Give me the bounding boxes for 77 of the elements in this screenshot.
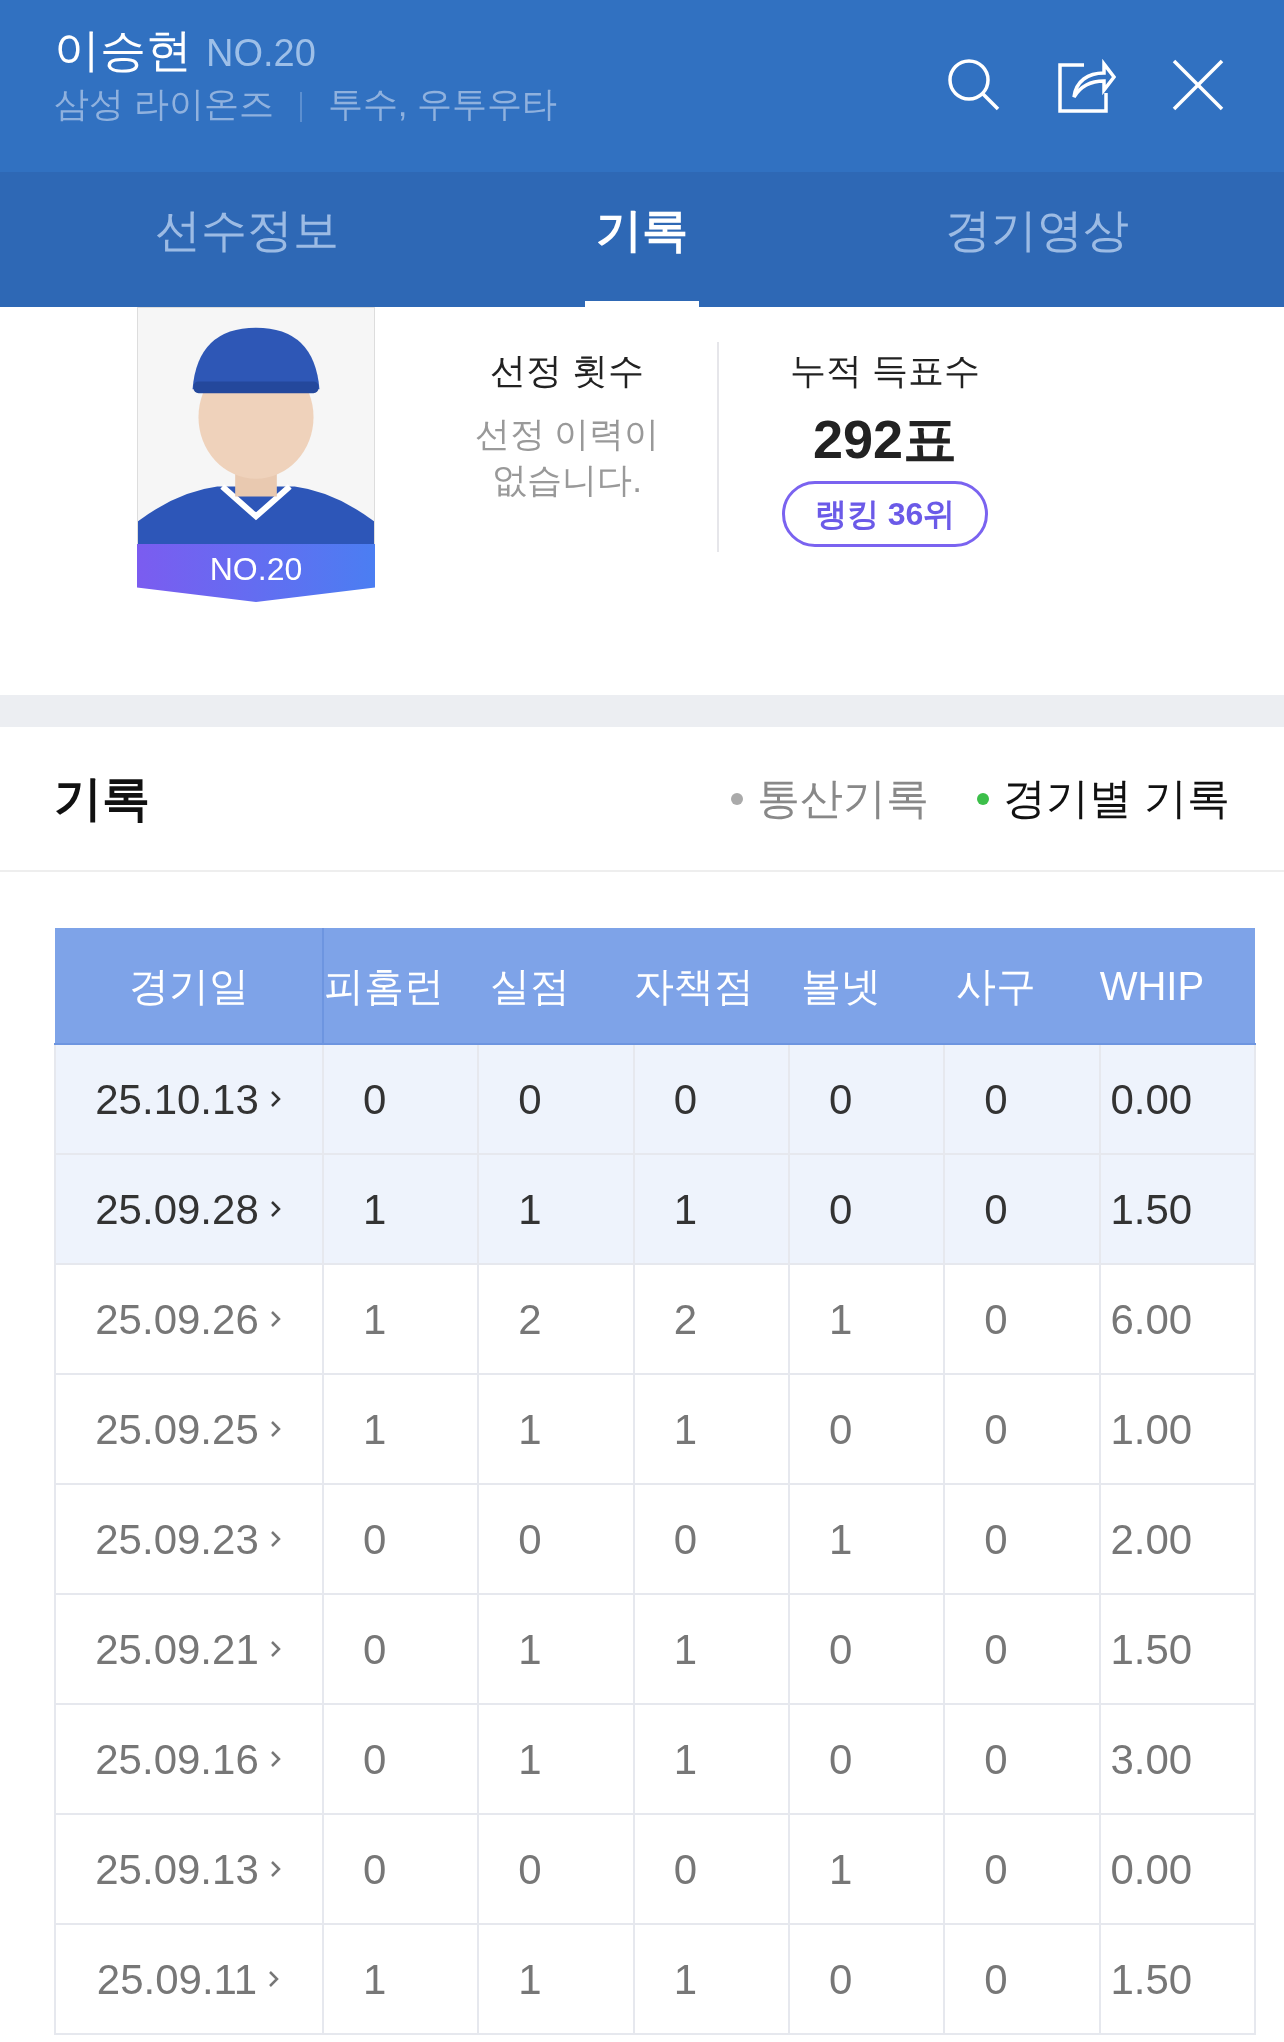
table-cell: 1 — [478, 1594, 634, 1704]
column-header: 피홈런 — [323, 928, 479, 1044]
player-number: NO.20 — [206, 32, 316, 74]
table-cell: 0 — [478, 1814, 634, 1924]
stat-label: 선정 횟수 — [489, 349, 645, 393]
table-cell: 0 — [944, 1264, 1100, 1374]
table-cell: 2 — [478, 1264, 634, 1374]
table-cell: 1 — [633, 1704, 789, 1814]
table-cell: 0 — [789, 1154, 945, 1264]
filter-option[interactable]: 경기별 기록 — [977, 766, 1230, 831]
table-cell: 0.00 — [1099, 1814, 1255, 1924]
column-header: WHIP — [1099, 928, 1255, 1044]
column-header: 자책점 — [633, 928, 789, 1044]
table-cell: 1 — [478, 1154, 634, 1264]
table-cell: 0 — [944, 1814, 1100, 1924]
table-cell: 2.00 — [1099, 1484, 1255, 1594]
table-cell: 1 — [478, 1924, 634, 2034]
vote-count: 292표 — [811, 408, 959, 471]
table-cell: 1.50 — [1099, 1154, 1255, 1264]
table-cell: 6.00 — [1099, 1264, 1255, 1374]
tab[interactable]: 경기영상 — [839, 172, 1234, 307]
table-cell: 0 — [944, 1924, 1100, 2034]
table-cell: 0 — [944, 1484, 1100, 1594]
table-cell: 0 — [478, 1044, 634, 1154]
table-cell: 1 — [323, 1924, 479, 2034]
ranking-badge: 랭킹 36위 — [781, 481, 989, 547]
table-cell: 0 — [323, 1044, 479, 1154]
table-cell: 0 — [789, 1704, 945, 1814]
table-cell: 1.50 — [1099, 1594, 1255, 1704]
table-cell: 0 — [789, 1924, 945, 2034]
stat-value: 선정 이력이 없습니다. — [473, 413, 661, 501]
table-cell: 0 — [789, 1044, 945, 1154]
tab[interactable]: 기록 — [444, 172, 840, 307]
jersey-number-badge: NO.20 — [137, 544, 375, 602]
table-cell: 0 — [944, 1594, 1100, 1704]
filter-option[interactable]: 통산기록 — [731, 766, 930, 831]
table-cell: 1 — [789, 1814, 945, 1924]
tab[interactable]: 선수정보 — [50, 172, 445, 307]
player-name: 이승현 — [54, 24, 192, 76]
table-cell: 0.00 — [1099, 1044, 1255, 1154]
table-cell: 1 — [789, 1264, 945, 1374]
table-cell: 0 — [944, 1704, 1100, 1814]
table-cell: 0 — [323, 1484, 479, 1594]
table-cell: 1 — [323, 1264, 479, 1374]
team-name: 삼성 라이온즈 — [54, 84, 274, 123]
column-header: 볼넷 — [789, 928, 945, 1044]
table-cell: 2 — [633, 1264, 789, 1374]
table-cell: 0 — [944, 1374, 1100, 1484]
table-cell: 1 — [633, 1154, 789, 1264]
column-header: 사구 — [944, 928, 1100, 1044]
table-cell: 0 — [323, 1594, 479, 1704]
table-cell: 0 — [944, 1044, 1100, 1154]
stat-label: 누적 득표수 — [789, 349, 981, 393]
table-cell: 1 — [478, 1374, 634, 1484]
table-cell: 1.00 — [1099, 1374, 1255, 1484]
table-cell: 3.00 — [1099, 1704, 1255, 1814]
table-cell: 0 — [789, 1594, 945, 1704]
table-cell: 1 — [633, 1374, 789, 1484]
table-cell: 0 — [323, 1814, 479, 1924]
table-cell: 1 — [323, 1374, 479, 1484]
player-position: 투수, 우투우타 — [327, 84, 558, 123]
table-cell: 1.50 — [1099, 1924, 1255, 2034]
column-header: 실점 — [478, 928, 634, 1044]
table-cell: 0 — [633, 1814, 789, 1924]
table-cell: 1 — [789, 1484, 945, 1594]
table-cell: 0 — [633, 1044, 789, 1154]
column-header: 경기일 — [55, 928, 323, 1044]
table-cell: 0 — [789, 1374, 945, 1484]
table-cell: 0 — [944, 1154, 1100, 1264]
table-cell: 1 — [478, 1704, 634, 1814]
table-cell: 0 — [633, 1484, 789, 1594]
table-cell: 0 — [323, 1704, 479, 1814]
table-cell: 1 — [323, 1154, 479, 1264]
section-title: 기록 — [54, 770, 150, 827]
table-cell: 1 — [633, 1924, 789, 2034]
table-cell: 1 — [633, 1594, 789, 1704]
table-cell: 0 — [478, 1484, 634, 1594]
